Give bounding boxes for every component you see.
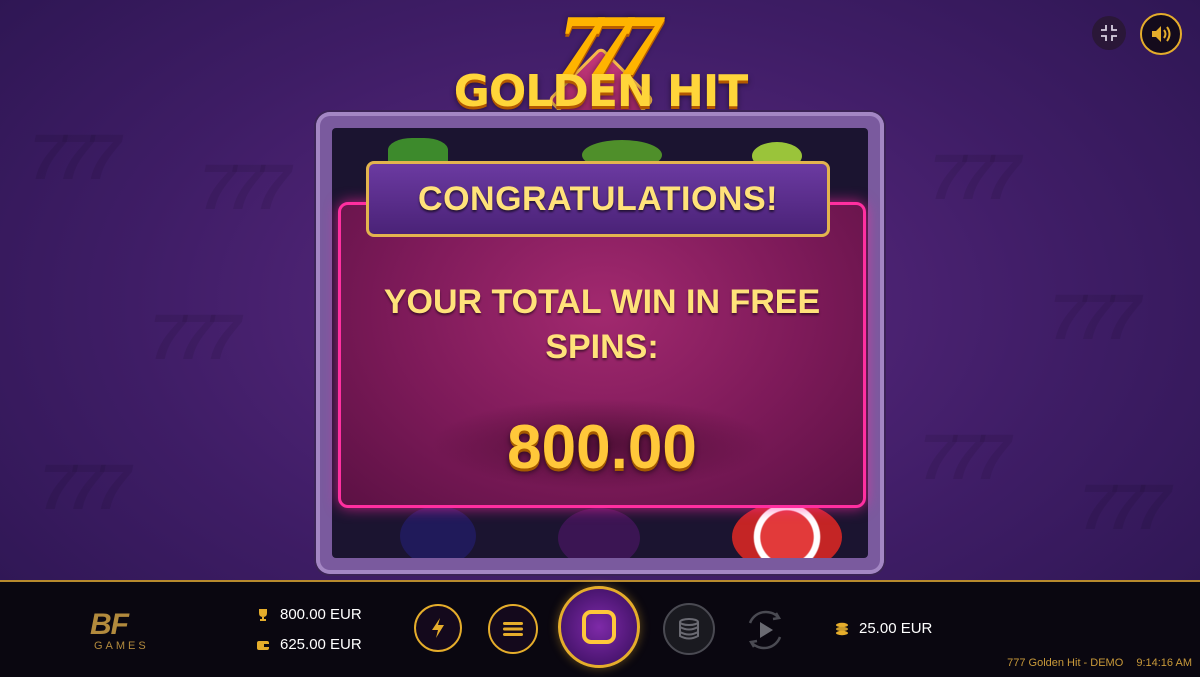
win-value: 800.00 EUR xyxy=(280,606,362,623)
game-name: 777 Golden Hit - DEMO xyxy=(1007,657,1124,669)
sound-button[interactable] xyxy=(1140,13,1182,55)
brand-mark: BF xyxy=(90,608,129,641)
balance-stat: 625.00 EUR xyxy=(256,636,362,653)
hamburger-icon xyxy=(503,622,523,636)
brand-logo: BF GAMES xyxy=(90,608,162,653)
brand-sub: GAMES xyxy=(94,640,149,652)
fruit-symbol xyxy=(400,506,476,558)
bet-button[interactable] xyxy=(663,603,715,655)
clock-time: 9:14:16 AM xyxy=(1136,657,1192,669)
autoplay-button[interactable] xyxy=(740,605,790,655)
balance-value: 625.00 EUR xyxy=(280,636,362,653)
menu-button[interactable] xyxy=(488,604,538,654)
trophy-icon xyxy=(259,608,267,621)
footer-info: 777 Golden Hit - DEMO 9:14:16 AM xyxy=(997,657,1192,669)
fullscreen-button[interactable] xyxy=(1092,16,1126,50)
stop-icon xyxy=(582,610,616,644)
autoplay-icon xyxy=(748,610,782,650)
coins-icon xyxy=(836,622,848,635)
win-message: YOUR TOTAL WIN IN FREE SPINS: xyxy=(383,283,821,366)
collapse-icon xyxy=(1101,25,1117,41)
speaker-icon xyxy=(1152,26,1171,42)
spin-button[interactable] xyxy=(558,586,640,668)
win-stat: 800.00 EUR xyxy=(256,606,362,623)
wallet-icon xyxy=(257,640,269,650)
turbo-button[interactable] xyxy=(414,604,462,652)
bet-value: 25.00 EUR xyxy=(859,620,933,637)
congratulations-banner: CONGRATULATIONS! xyxy=(366,161,830,237)
casino-chip-symbol xyxy=(732,502,842,558)
lightning-icon xyxy=(432,618,444,638)
coin-stack-icon xyxy=(679,618,699,640)
fruit-symbol xyxy=(558,508,640,558)
bet-stat: 25.00 EUR xyxy=(835,620,932,637)
win-amount: 800.00 xyxy=(507,413,697,482)
